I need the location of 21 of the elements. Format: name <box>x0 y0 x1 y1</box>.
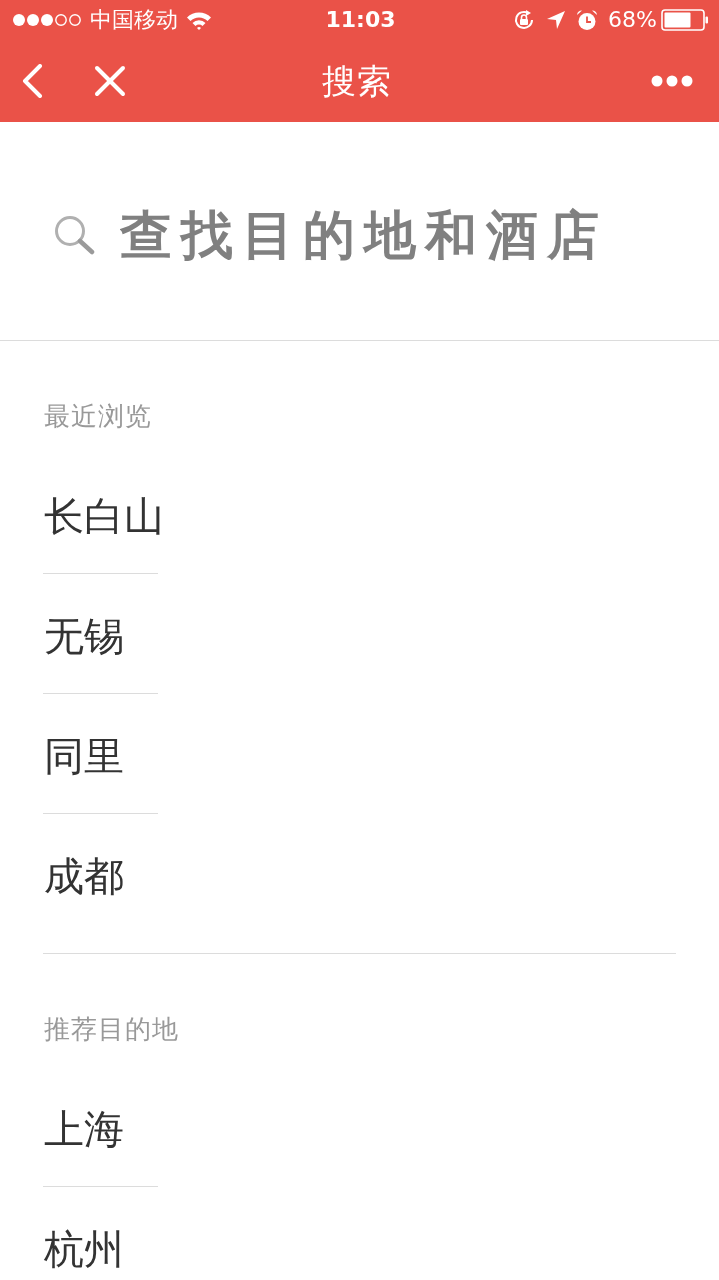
page-title: 搜索 <box>321 61 392 101</box>
alarm-clock-icon <box>576 9 599 31</box>
battery-icon <box>661 9 709 31</box>
section-title: 推荐目的地 <box>44 1014 179 1044</box>
destination-item[interactable]: 成都 <box>43 854 126 898</box>
status-time: 11:03 <box>325 7 396 33</box>
destination-item[interactable]: 同里 <box>43 734 126 778</box>
destination-item[interactable]: 长白山 <box>43 494 166 538</box>
battery-percent: 68% <box>608 7 657 33</box>
search-field[interactable]: 查找目的地和酒店 <box>120 203 660 267</box>
back-chevron-icon <box>20 64 44 98</box>
section-title: 最近浏览 <box>44 401 152 431</box>
more-dots-icon <box>651 75 693 87</box>
close-icon <box>94 65 126 97</box>
destination-item[interactable]: 上海 <box>43 1107 126 1151</box>
destination-item[interactable]: 杭州 <box>43 1227 126 1271</box>
destination-item[interactable]: 无锡 <box>43 614 126 658</box>
carrier-name: 中国移动 <box>90 7 178 33</box>
wifi-icon <box>186 10 212 30</box>
signal-icon <box>12 13 82 27</box>
location-arrow-icon <box>546 10 567 30</box>
